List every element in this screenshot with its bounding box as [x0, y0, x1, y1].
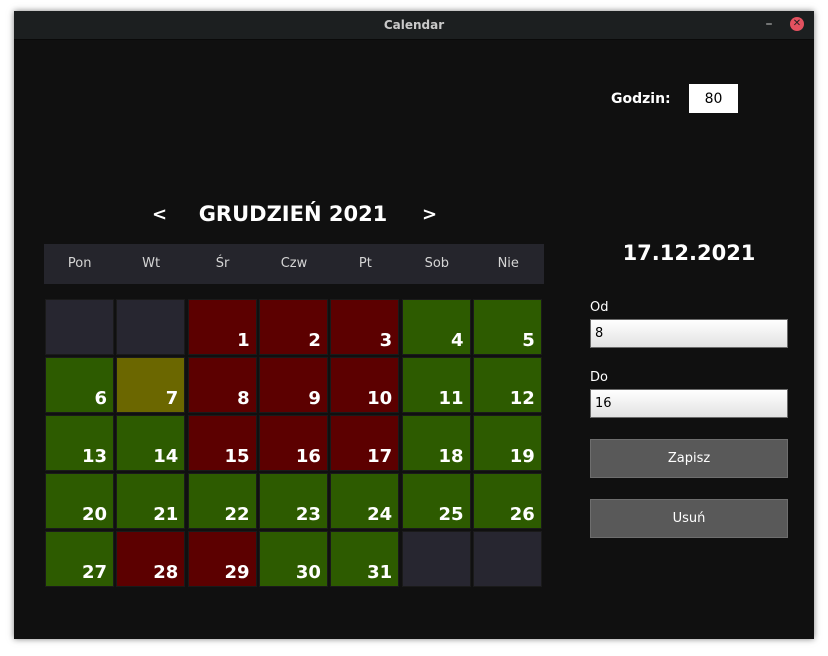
- day-cell[interactable]: 24: [330, 473, 400, 529]
- selected-date: 17.12.2021: [622, 241, 756, 265]
- day-cell[interactable]: 17: [330, 415, 400, 471]
- day-cell[interactable]: 4: [401, 299, 471, 355]
- weekday-label: Sob: [424, 256, 450, 271]
- day-number: 8: [237, 388, 250, 409]
- day-number: 1: [237, 330, 250, 351]
- day-cell[interactable]: 5: [472, 299, 542, 355]
- day-cell[interactable]: 15: [187, 415, 257, 471]
- day-number: 21: [153, 504, 179, 525]
- weekday-label: Wt: [142, 256, 161, 271]
- day-number: 25: [438, 504, 464, 525]
- day-number: 23: [295, 504, 321, 525]
- day-cell[interactable]: 11: [401, 357, 471, 413]
- day-cell[interactable]: 22: [187, 473, 257, 529]
- day-cell[interactable]: 18: [401, 415, 471, 471]
- day-cell[interactable]: 9: [258, 357, 328, 413]
- hours-label: Godzin:: [611, 91, 671, 107]
- day-number: 16: [295, 446, 321, 467]
- day-cell[interactable]: 19: [472, 415, 542, 471]
- from-input[interactable]: [590, 319, 788, 348]
- window-title: Calendar: [383, 18, 445, 32]
- day-number: 19: [509, 446, 535, 467]
- to-input[interactable]: [590, 389, 788, 418]
- day-number: 14: [153, 446, 179, 467]
- day-cell[interactable]: 28: [116, 531, 186, 587]
- day-cell[interactable]: 7: [116, 357, 186, 413]
- day-number: 15: [224, 446, 250, 467]
- day-number: 9: [308, 388, 321, 409]
- day-cell[interactable]: 27: [45, 531, 114, 587]
- day-cell[interactable]: 12: [472, 357, 542, 413]
- day-number: 31: [367, 562, 393, 583]
- empty-day-cell: [116, 299, 186, 355]
- calendar-window: Calendar – ✕ Godzin: < GRUDZIEŃ 2021 > P…: [14, 11, 814, 639]
- weekday-label: Pon: [67, 256, 92, 271]
- day-cell[interactable]: 20: [45, 473, 114, 529]
- empty-day-cell: [45, 299, 114, 355]
- day-cell[interactable]: 2: [258, 299, 328, 355]
- close-icon[interactable]: ✕: [790, 17, 804, 31]
- day-cell[interactable]: 29: [187, 531, 257, 587]
- delete-button[interactable]: Usuń: [590, 499, 788, 538]
- weekday-label: Czw: [280, 256, 308, 271]
- day-number: 12: [509, 388, 535, 409]
- day-cell[interactable]: 3: [330, 299, 400, 355]
- from-label: Od: [590, 300, 609, 315]
- weekday-header: Pon Wt Śr Czw Pt Sob Nie: [44, 244, 544, 284]
- day-cell[interactable]: 26: [472, 473, 542, 529]
- day-cell[interactable]: 6: [45, 357, 114, 413]
- day-number: 2: [308, 330, 321, 351]
- day-number: 13: [81, 446, 107, 467]
- day-number: 26: [509, 504, 535, 525]
- empty-day-cell: [401, 531, 471, 587]
- weekday-label: Śr: [215, 256, 230, 271]
- day-number: 27: [81, 562, 107, 583]
- empty-day-cell: [472, 531, 542, 587]
- day-cell[interactable]: 10: [330, 357, 400, 413]
- day-number: 10: [367, 388, 393, 409]
- day-number: 30: [295, 562, 321, 583]
- day-number: 6: [94, 388, 107, 409]
- day-number: 17: [367, 446, 393, 467]
- title-bar[interactable]: Calendar – ✕: [14, 11, 814, 40]
- hours-input[interactable]: [689, 84, 738, 113]
- prev-month-button[interactable]: <: [152, 204, 167, 225]
- month-title: GRUDZIEŃ 2021: [198, 202, 388, 226]
- day-number: 29: [224, 562, 250, 583]
- weekday-label: Nie: [497, 256, 519, 271]
- day-number: 11: [438, 388, 464, 409]
- day-number: 7: [165, 388, 179, 409]
- day-cell[interactable]: 21: [116, 473, 186, 529]
- day-cell[interactable]: 13: [45, 415, 114, 471]
- day-grid: 1 2 3 4 5 6 7 8 9 10 11 12 13 14 15 16 17 18 19 20 21 22 23 24 2…: [45, 299, 544, 587]
- save-button[interactable]: Zapisz: [590, 439, 788, 478]
- minimize-icon[interactable]: –: [764, 15, 774, 33]
- day-cell[interactable]: 8: [187, 357, 257, 413]
- day-cell[interactable]: 14: [116, 415, 186, 471]
- day-number: 5: [522, 330, 535, 351]
- day-cell[interactable]: 23: [258, 473, 328, 529]
- day-number: 24: [367, 504, 393, 525]
- day-cell[interactable]: 30: [258, 531, 328, 587]
- next-month-button[interactable]: >: [422, 204, 437, 225]
- day-cell[interactable]: 16: [258, 415, 328, 471]
- day-cell[interactable]: 31: [330, 531, 400, 587]
- day-number: 20: [81, 504, 107, 525]
- day-cell[interactable]: 1: [187, 299, 257, 355]
- weekday-label: Pt: [358, 256, 372, 271]
- day-number: 28: [153, 562, 179, 583]
- day-number: 22: [224, 504, 250, 525]
- day-number: 3: [379, 330, 393, 351]
- to-label: Do: [590, 370, 608, 385]
- day-number: 18: [438, 446, 464, 467]
- day-number: 4: [450, 330, 464, 351]
- day-cell[interactable]: 25: [401, 473, 471, 529]
